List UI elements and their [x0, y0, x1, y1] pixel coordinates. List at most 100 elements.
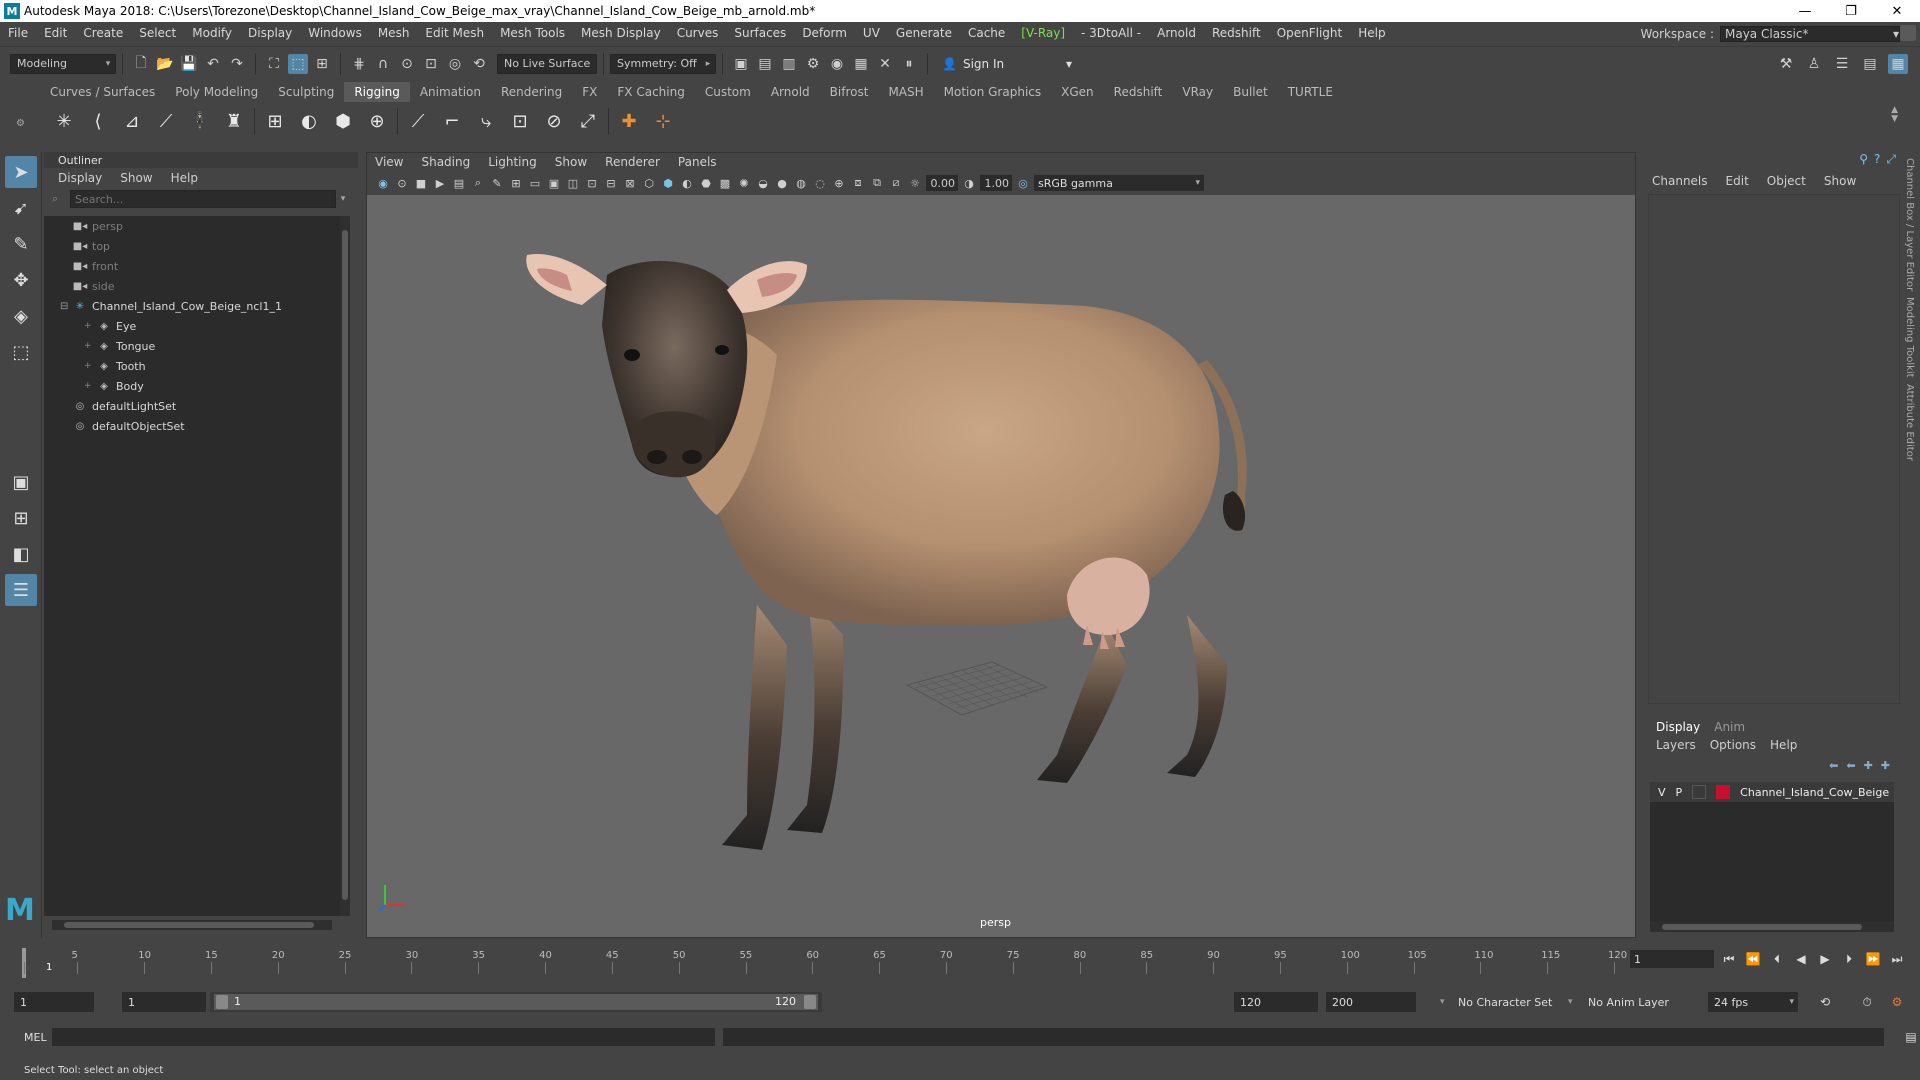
- shelf-tab-arnold[interactable]: Arnold: [761, 82, 820, 102]
- command-input[interactable]: [51, 1028, 716, 1046]
- paint-weights-icon[interactable]: ⊕: [363, 107, 391, 135]
- side-tab-channel-box-layer-editor[interactable]: Channel Box / Layer Editor: [1904, 158, 1915, 291]
- layer-menu-layers[interactable]: Layers: [1656, 738, 1696, 752]
- open-scene-icon[interactable]: 📂: [155, 54, 175, 74]
- hypershade-icon[interactable]: ◉: [827, 54, 847, 74]
- shadows-icon[interactable]: ◒: [755, 175, 771, 191]
- menu-select[interactable]: Select: [131, 26, 184, 40]
- step-back-key-icon[interactable]: ⏴: [1768, 950, 1786, 968]
- menu-mesh[interactable]: Mesh: [370, 26, 418, 40]
- ipr-render-icon[interactable]: ▥: [779, 54, 799, 74]
- shelf-tab-mash[interactable]: MASH: [878, 82, 933, 102]
- motion-blur-icon[interactable]: ◍: [793, 175, 809, 191]
- menu-uv[interactable]: UV: [855, 26, 888, 40]
- shelf-tab-vray[interactable]: VRay: [1172, 82, 1223, 102]
- create-lattice-icon[interactable]: ⊞: [261, 107, 289, 135]
- viewport-scene[interactable]: persp: [367, 195, 1635, 937]
- snap-live-icon[interactable]: ⟲: [469, 54, 489, 74]
- move-tool-icon[interactable]: ✥: [5, 264, 37, 296]
- safe-title-icon[interactable]: ⊠: [622, 175, 638, 191]
- modeling-toolkit-toggle-icon[interactable]: ⚒: [1776, 54, 1796, 74]
- character-set-dropdown[interactable]: No Character Set: [1458, 996, 1552, 1009]
- step-back-frame-icon[interactable]: ⏪: [1744, 950, 1762, 968]
- gate-mask-icon[interactable]: ◫: [565, 175, 581, 191]
- outliner-node[interactable]: + ◈ Tooth: [44, 356, 344, 376]
- time-slider-ticks[interactable]: 1 5 10 15 20 25 30 35 40 45 50 55 60 65 70 75 80 85 90 95 1…: [22, 944, 1627, 980]
- lock-icon[interactable]: [1900, 25, 1916, 41]
- tool-settings-toggle-icon[interactable]: ▤: [1860, 54, 1880, 74]
- anti-aliasing-icon[interactable]: ◌: [812, 175, 828, 191]
- pole-vector-icon[interactable]: ⤢: [574, 107, 602, 135]
- gamma-field[interactable]: 1.00: [980, 175, 1012, 191]
- viewport-menu-lighting[interactable]: Lighting: [488, 155, 537, 169]
- channel-box-menu-channels[interactable]: Channels: [1652, 174, 1708, 188]
- mode-dropdown[interactable]: Modeling ▾: [10, 53, 116, 74]
- shelf-tab-poly-modeling[interactable]: Poly Modeling: [165, 82, 268, 102]
- menu-cache[interactable]: Cache: [960, 26, 1013, 40]
- bind-skin-icon[interactable]: ⬢: [329, 107, 357, 135]
- use-all-lights-icon[interactable]: ✺: [736, 175, 752, 191]
- ik-handle-icon[interactable]: ⟋: [404, 107, 432, 135]
- side-tab-modeling-toolkit[interactable]: Modeling Toolkit: [1904, 297, 1915, 378]
- chevron-down-icon[interactable]: ▾: [1568, 997, 1573, 1007]
- channel-box-toggle-icon[interactable]: ▦: [1888, 53, 1908, 74]
- shelf-tab-fx[interactable]: FX: [572, 82, 607, 102]
- menu-file[interactable]: File: [0, 26, 36, 40]
- attribute-editor-toggle-icon[interactable]: ☰: [1832, 54, 1852, 74]
- fps-dropdown[interactable]: 24 fps ▾: [1708, 992, 1798, 1012]
- add-influence-icon[interactable]: ⊹: [649, 107, 677, 135]
- shelf-scroll-icon[interactable]: ▲ ▼: [1891, 106, 1898, 124]
- lock-camera-icon[interactable]: ⊙: [394, 175, 410, 191]
- textured-icon[interactable]: ▩: [717, 175, 733, 191]
- layer-color-swatch[interactable]: [1716, 785, 1731, 799]
- select-tool-icon[interactable]: ➤: [5, 156, 37, 188]
- outliner-node[interactable]: ■◂ persp: [44, 216, 344, 236]
- shelf-tab-rigging[interactable]: Rigging: [344, 82, 410, 102]
- restore-button[interactable]: ❐: [1828, 0, 1874, 22]
- pause-icon[interactable]: ⏸: [899, 54, 919, 74]
- search-input[interactable]: [70, 190, 336, 208]
- menu-windows[interactable]: Windows: [300, 26, 370, 40]
- snap-grid-icon[interactable]: ⋕: [349, 54, 369, 74]
- lasso-tool-icon[interactable]: ➹: [5, 192, 37, 224]
- four-view-layout-icon[interactable]: ⊞: [5, 502, 37, 534]
- collapse-icon[interactable]: ⊟: [60, 301, 72, 312]
- render-sequence-icon[interactable]: ▤: [755, 54, 775, 74]
- default-material-icon[interactable]: ◐: [679, 175, 695, 191]
- menu-edit[interactable]: Edit: [36, 26, 75, 40]
- step-forward-key-icon[interactable]: ⏵: [1840, 950, 1858, 968]
- pin-icon[interactable]: ⤢: [1886, 152, 1896, 167]
- create-joints-icon[interactable]: ✳: [50, 107, 78, 135]
- menu-create[interactable]: Create: [75, 26, 131, 40]
- channel-box-menu-object[interactable]: Object: [1767, 174, 1806, 188]
- play-forwards-icon[interactable]: ▶: [1816, 950, 1834, 968]
- minimize-button[interactable]: —: [1782, 0, 1828, 22]
- scrollbar-thumb[interactable]: [342, 230, 348, 900]
- resolution-gate-icon[interactable]: ▣: [546, 175, 562, 191]
- expand-icon[interactable]: +: [84, 341, 96, 351]
- scale-tool-icon[interactable]: ⬚: [5, 336, 37, 368]
- menu-deform[interactable]: Deform: [794, 26, 855, 40]
- animation-end-field[interactable]: 200: [1326, 992, 1416, 1012]
- locator-icon[interactable]: ✚: [615, 107, 643, 135]
- layer-menu-options[interactable]: Options: [1710, 738, 1756, 752]
- outliner-horizontal-scrollbar[interactable]: [52, 920, 332, 930]
- playback-start-field[interactable]: 1: [122, 992, 206, 1012]
- character-controls-toggle-icon[interactable]: ♙: [1804, 54, 1824, 74]
- gamma-icon[interactable]: ◑: [961, 175, 977, 191]
- viewport-menu-show[interactable]: Show: [555, 155, 587, 169]
- render-frame-icon[interactable]: ▣: [731, 54, 751, 74]
- expand-icon[interactable]: +: [84, 381, 96, 391]
- snap-surface-icon[interactable]: ◎: [445, 54, 465, 74]
- menu-vray[interactable]: [V-Ray]: [1013, 26, 1073, 40]
- outliner-node[interactable]: ■◂ side: [44, 276, 344, 296]
- color-management-icon[interactable]: ◎: [1015, 175, 1031, 191]
- expand-icon[interactable]: +: [84, 321, 96, 331]
- move-layer-up-icon[interactable]: ⬅: [1829, 759, 1838, 772]
- shelf-tab-redshift[interactable]: Redshift: [1104, 82, 1173, 102]
- viewport-menu-shading[interactable]: Shading: [421, 155, 470, 169]
- select-component-icon[interactable]: ⊞: [312, 54, 332, 74]
- menu-curves[interactable]: Curves: [669, 26, 727, 40]
- playback-toggle[interactable]: P: [1676, 786, 1683, 799]
- viewport-panel[interactable]: View Shading Lighting Show Renderer Panels ◉ …: [366, 152, 1636, 938]
